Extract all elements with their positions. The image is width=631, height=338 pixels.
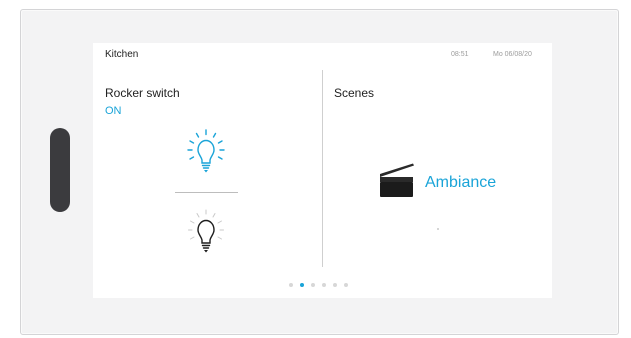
- scene-ambiance-button[interactable]: Ambiance: [425, 174, 496, 192]
- page-dot-active[interactable]: [300, 283, 304, 287]
- page-indicator[interactable]: [289, 282, 348, 288]
- clock-date: Mo 06/08/20: [493, 51, 532, 58]
- scenes-title: Scenes: [334, 86, 375, 100]
- page-dot[interactable]: [322, 283, 326, 287]
- lightbulb-off-icon[interactable]: [177, 205, 235, 261]
- switch-separator: [175, 192, 238, 193]
- clock-time: 08:51: [451, 51, 469, 58]
- side-button[interactable]: [50, 128, 70, 212]
- piano-icon[interactable]: [377, 163, 417, 197]
- room-title: Kitchen: [105, 49, 139, 60]
- column-divider: [322, 70, 323, 267]
- rocker-switch-title: Rocker switch: [105, 86, 180, 100]
- scene-indicator-dot: [437, 228, 439, 230]
- page-dot[interactable]: [289, 283, 293, 287]
- page-dot[interactable]: [344, 283, 348, 287]
- touch-screen: Kitchen 08:51 Mo 06/08/20 Rocker switch …: [93, 43, 552, 298]
- page-dot[interactable]: [333, 283, 337, 287]
- lightbulb-on-icon[interactable]: [177, 125, 235, 181]
- rocker-switch-state: ON: [105, 105, 122, 117]
- page-dot[interactable]: [311, 283, 315, 287]
